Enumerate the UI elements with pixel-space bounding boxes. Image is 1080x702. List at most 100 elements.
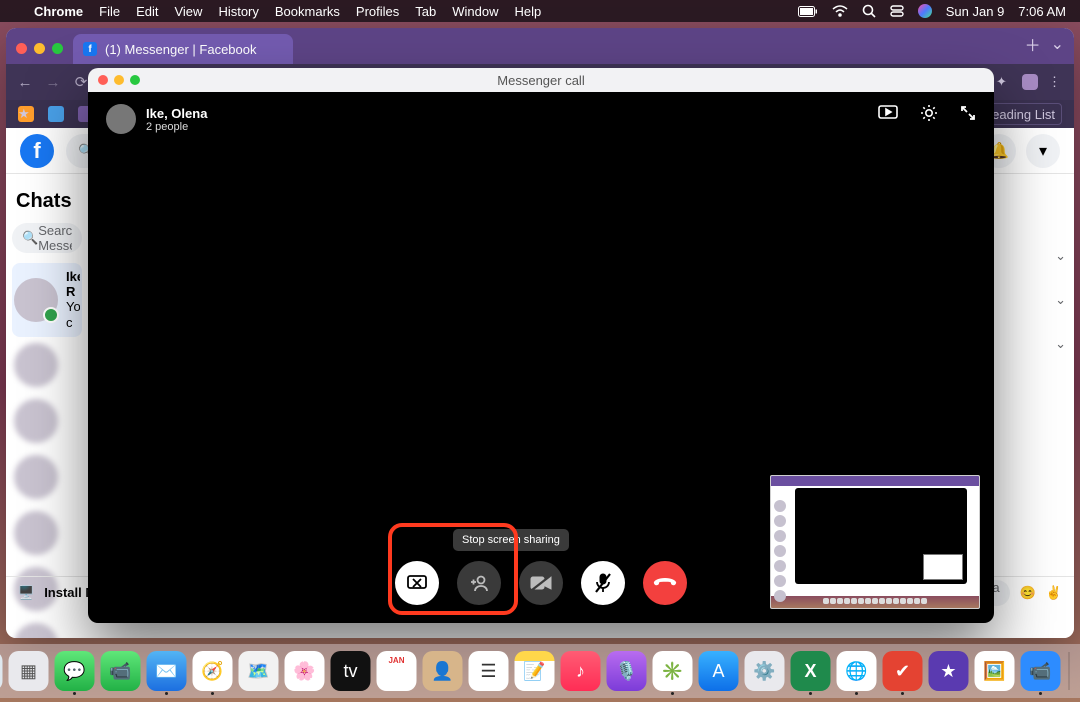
- screenshare-preview[interactable]: [770, 475, 980, 609]
- extensions-puzzle-icon[interactable]: ✦: [996, 74, 1012, 90]
- menubar-app-name[interactable]: Chrome: [34, 4, 83, 19]
- dock-settings-icon[interactable]: ⚙️: [745, 651, 785, 691]
- search-icon: 🔍: [22, 230, 38, 246]
- facebook-favicon-icon: f: [83, 42, 97, 56]
- chevron-down-icon[interactable]: ⌄: [1055, 248, 1066, 264]
- avatar: [106, 104, 136, 134]
- battery-icon[interactable]: [798, 6, 818, 17]
- menu-profiles[interactable]: Profiles: [356, 4, 399, 19]
- browser-tab[interactable]: f (1) Messenger | Facebook: [73, 34, 293, 64]
- window-traffic-lights[interactable]: [16, 43, 63, 54]
- dock-appstore-icon[interactable]: A: [699, 651, 739, 691]
- dock-zoom-icon[interactable]: 📹: [1021, 651, 1061, 691]
- menu-bookmarks[interactable]: Bookmarks: [275, 4, 340, 19]
- dock-calendar-icon[interactable]: JAN 9: [377, 651, 417, 691]
- facebook-logo-icon[interactable]: f: [20, 134, 54, 168]
- menubar-time[interactable]: 7:06 AM: [1018, 4, 1066, 19]
- profile-avatar[interactable]: [1022, 74, 1038, 90]
- chat-list-item[interactable]: [12, 337, 82, 393]
- menu-file[interactable]: File: [99, 4, 120, 19]
- dock-facetime-icon[interactable]: 📹: [101, 651, 141, 691]
- dock-separator: [1069, 652, 1070, 690]
- chat-list-item[interactable]: Ike R You c: [12, 263, 82, 337]
- chat-list-item[interactable]: [12, 617, 82, 638]
- chats-sidebar: Chats 🔍 Search Messenger Ike R You c: [6, 174, 88, 576]
- menu-help[interactable]: Help: [515, 4, 542, 19]
- menu-window[interactable]: Window: [452, 4, 498, 19]
- add-people-button[interactable]: [457, 561, 501, 605]
- chat-list-item[interactable]: [12, 449, 82, 505]
- settings-button[interactable]: [920, 104, 938, 122]
- call-top-right: [878, 104, 976, 122]
- menu-tab[interactable]: Tab: [415, 4, 436, 19]
- menu-view[interactable]: View: [174, 4, 202, 19]
- call-window-title: Messenger call: [497, 73, 584, 88]
- mac-menubar: Chrome File Edit View History Bookmarks …: [0, 0, 1080, 22]
- chrome-menu-button[interactable]: ⋮: [1048, 74, 1064, 90]
- dock-launchpad-icon[interactable]: ▦: [9, 651, 49, 691]
- bookmark-item[interactable]: [48, 106, 64, 122]
- chevron-down-icon[interactable]: ⌄: [1055, 336, 1066, 352]
- menubar-date[interactable]: Sun Jan 9: [946, 4, 1005, 19]
- window-close-icon[interactable]: [98, 75, 108, 85]
- chat-name: Ike R: [66, 269, 80, 299]
- mac-dock: 🙂 ▦ 💬 📹 ✉️ 🧭 🗺️ 🌸 tv JAN 9 👤 ☰ 📝 ♪ 🎙️ ✳️…: [0, 644, 1080, 698]
- window-minimize-icon[interactable]: [34, 43, 45, 54]
- stop-screenshare-button[interactable]: [395, 561, 439, 605]
- new-tab-button[interactable]: ＋: [1025, 32, 1041, 56]
- chats-search-input[interactable]: 🔍 Search Messenger: [12, 223, 82, 253]
- window-zoom-icon[interactable]: [52, 43, 63, 54]
- chat-list-item[interactable]: [12, 505, 82, 561]
- nav-back-button[interactable]: ←: [16, 74, 34, 91]
- spotlight-icon[interactable]: [862, 4, 876, 18]
- account-menu-button[interactable]: ▾: [1026, 134, 1060, 168]
- avatar: [14, 278, 58, 322]
- wave-reaction-icon[interactable]: ✌️: [1046, 585, 1062, 601]
- dock-preview-icon[interactable]: 🖼️: [975, 651, 1015, 691]
- dock-photos-icon[interactable]: 🌸: [285, 651, 325, 691]
- dock-music-icon[interactable]: ♪: [561, 651, 601, 691]
- fullscreen-button[interactable]: [960, 105, 976, 121]
- dock-notes-icon[interactable]: 📝: [515, 651, 555, 691]
- window-zoom-icon[interactable]: [130, 75, 140, 85]
- end-call-button[interactable]: [643, 561, 687, 605]
- dock-mail-icon[interactable]: ✉️: [147, 651, 187, 691]
- wifi-icon[interactable]: [832, 5, 848, 17]
- dock-todoist-icon[interactable]: ✔︎: [883, 651, 923, 691]
- chats-search-placeholder: Search Messenger: [38, 223, 72, 253]
- dock-excel-icon[interactable]: X: [791, 651, 831, 691]
- window-minimize-icon[interactable]: [114, 75, 124, 85]
- toggle-camera-button[interactable]: [519, 561, 563, 605]
- call-controls: [395, 561, 687, 605]
- watch-together-button[interactable]: [878, 105, 898, 121]
- chevron-down-icon[interactable]: ⌄: [1055, 292, 1066, 308]
- calendar-day-label: 9: [391, 665, 401, 686]
- dock-chrome-icon[interactable]: 🌐: [837, 651, 877, 691]
- tooltip: Stop screen sharing: [453, 529, 569, 551]
- menu-history[interactable]: History: [218, 4, 258, 19]
- emoji-reaction-icon[interactable]: 😊: [1020, 585, 1036, 601]
- dock-podcasts-icon[interactable]: 🎙️: [607, 651, 647, 691]
- dock-reminders-icon[interactable]: ☰: [469, 651, 509, 691]
- dock-contacts-icon[interactable]: 👤: [423, 651, 463, 691]
- control-center-icon[interactable]: [890, 5, 904, 17]
- chat-list-item[interactable]: [12, 393, 82, 449]
- dock-appletv-icon[interactable]: tv: [331, 651, 371, 691]
- bookmark-item[interactable]: ★: [18, 106, 34, 122]
- menu-edit[interactable]: Edit: [136, 4, 158, 19]
- dock-messages-icon[interactable]: 💬: [55, 651, 95, 691]
- dock-slack-icon[interactable]: ✳️: [653, 651, 693, 691]
- nav-forward-button[interactable]: →: [44, 74, 62, 91]
- dock-safari-icon[interactable]: 🧭: [193, 651, 233, 691]
- dock-finder-icon[interactable]: 🙂: [0, 651, 3, 691]
- call-titlebar[interactable]: Messenger call: [88, 68, 994, 92]
- siri-icon[interactable]: [918, 4, 932, 18]
- right-panel-chevrons: ⌄ ⌄ ⌄: [1055, 248, 1066, 352]
- chats-heading: Chats: [16, 190, 78, 213]
- dock-maps-icon[interactable]: 🗺️: [239, 651, 279, 691]
- page-content: f 🔍 Search Facebook 🔔 ▾ Chats 🔍 Search M…: [6, 128, 1074, 638]
- tab-overview-button[interactable]: ⌄: [1051, 34, 1064, 54]
- dock-imovie-icon[interactable]: ★: [929, 651, 969, 691]
- toggle-mic-button[interactable]: [581, 561, 625, 605]
- window-close-icon[interactable]: [16, 43, 27, 54]
